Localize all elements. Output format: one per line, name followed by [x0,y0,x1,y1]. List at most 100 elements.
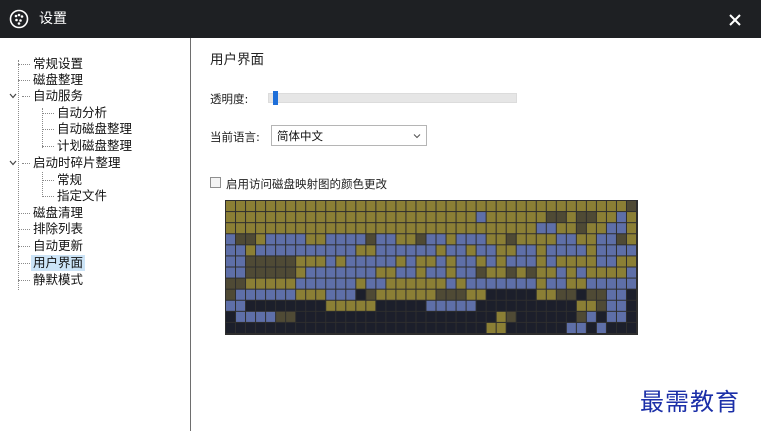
disk-map-cell [436,201,446,212]
disk-map-cell [586,212,596,223]
disk-map-cell [546,322,556,333]
disk-map-cell [296,311,306,322]
disk-map-cell [336,289,346,300]
disk-map-cell [346,322,356,333]
sidebar-item-disk-cleanup[interactable]: 磁盘清理 [31,205,85,221]
disk-map-cell [236,212,246,223]
language-select[interactable]: 简体中文 [271,125,427,146]
sidebar-item-silent-mode[interactable]: 静默模式 [31,272,85,288]
disk-map-cell [356,212,366,223]
disk-map-cell [546,245,556,256]
disk-map-cell [486,300,496,311]
disk-map-cell [626,212,636,223]
disk-map-cell [516,223,526,234]
disk-map-cell [426,223,436,234]
disk-map-cell [436,212,446,223]
disk-map [225,200,638,335]
disk-map-cell [306,234,316,245]
sidebar-item-auto-defrag[interactable]: 自动磁盘整理 [55,121,134,137]
disk-map-cell [626,267,636,278]
disk-map-cell [556,311,566,322]
disk-map-cell [456,311,466,322]
disk-map-cell [576,300,586,311]
disk-map-cell [386,300,396,311]
disk-map-cell [226,322,236,333]
disk-map-cell [326,212,336,223]
disk-map-cell [566,256,576,267]
chevron-down-icon[interactable] [9,92,17,100]
disk-map-cell [366,322,376,333]
disk-map-cell [496,300,506,311]
tree-connector [18,246,30,247]
disk-map-cell [596,278,606,289]
chevron-down-icon [413,134,421,139]
disk-map-cell [496,201,506,212]
disk-map-cell [396,223,406,234]
close-icon[interactable] [722,7,748,33]
disk-map-cell [396,212,406,223]
chevron-down-icon[interactable] [9,159,17,167]
sidebar-item-user-interface[interactable]: 用户界面 [31,255,86,271]
disk-map-cell [586,256,596,267]
disk-map-cell [356,278,366,289]
disk-map-cell [596,267,606,278]
disk-map-cell [506,223,516,234]
sidebar-item-boot-defrag[interactable]: 启动时碎片整理 [31,155,123,171]
disk-map-cell [616,234,626,245]
disk-map-cell [446,311,456,322]
user-interface-panel: 用户界面 透明度: 当前语言: 简体中文 启用访问磁盘映射图的颜色更改 [191,38,761,431]
disk-map-cell [526,201,536,212]
disk-map-cell [366,278,376,289]
disk-map-cell [486,289,496,300]
disk-map-cell [516,289,526,300]
disk-map-cell [346,311,356,322]
disk-map-cell [596,289,606,300]
disk-map-cell [266,278,276,289]
sidebar-item-scheduled-defrag[interactable]: 计划磁盘整理 [55,138,134,154]
disk-map-cell [576,289,586,300]
disk-map-cell [276,311,286,322]
transparency-slider-thumb[interactable] [272,91,278,105]
disk-map-cell [526,267,536,278]
disk-map-cell [436,223,446,234]
sidebar-item-auto-service[interactable]: 自动服务 [31,88,85,104]
color-change-checkbox[interactable] [210,177,221,188]
disk-map-cell [326,245,336,256]
disk-map-cell [306,278,316,289]
disk-map-cell [316,322,326,333]
disk-map-cell [446,245,456,256]
sidebar-item-exclusion-list[interactable]: 排除列表 [31,221,85,237]
sidebar-item-boot-general[interactable]: 常规 [55,172,84,188]
disk-map-cell [496,223,506,234]
disk-map-cell [256,267,266,278]
tree-connector [18,213,30,214]
sidebar-item-defrag[interactable]: 磁盘整理 [31,72,85,88]
transparency-slider[interactable] [268,93,517,103]
disk-map-cell [416,289,426,300]
disk-map-cell [456,201,466,212]
disk-map-cell [266,300,276,311]
disk-map-cell [486,267,496,278]
disk-map-cell [516,300,526,311]
disk-map-cell [526,245,536,256]
disk-map-cell [536,289,546,300]
disk-map-cell [226,212,236,223]
disk-map-cell [586,234,596,245]
disk-map-cell [276,245,286,256]
disk-map-cell [246,201,256,212]
sidebar-item-general[interactable]: 常规设置 [31,56,85,72]
disk-map-cell [536,322,546,333]
disk-map-cell [486,278,496,289]
disk-map-cell [416,256,426,267]
disk-map-cell [246,278,256,289]
disk-map-cell [376,256,386,267]
sidebar-item-specified-files[interactable]: 指定文件 [55,188,109,204]
disk-map-cell [316,300,326,311]
sidebar-item-auto-analyze[interactable]: 自动分析 [55,105,109,121]
disk-map-cell [626,311,636,322]
disk-map-cell [326,311,336,322]
disk-map-cell [266,311,276,322]
disk-map-cell [556,322,566,333]
disk-map-cell [236,300,246,311]
sidebar-item-auto-update[interactable]: 自动更新 [31,238,85,254]
